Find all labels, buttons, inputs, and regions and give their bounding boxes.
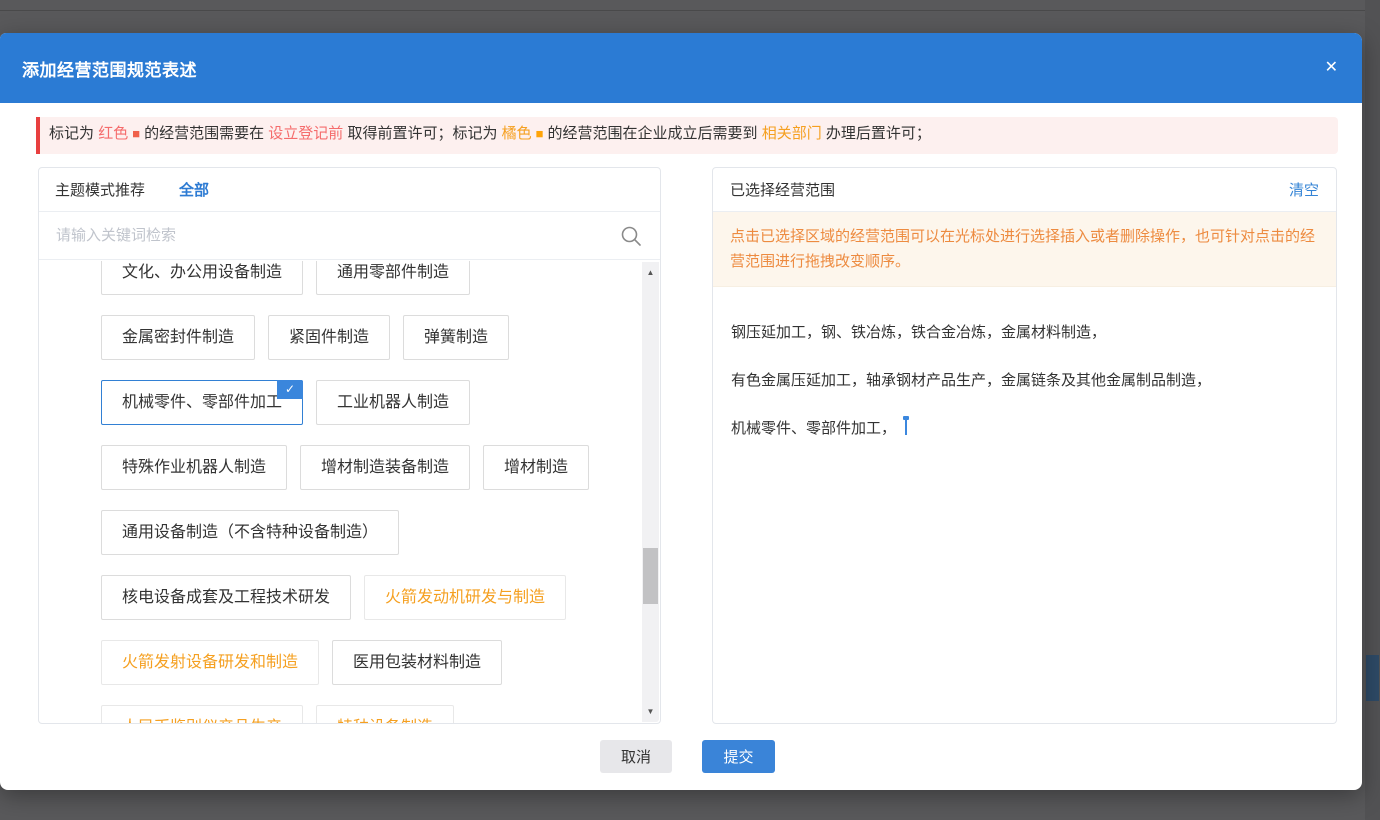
- orange-square-icon: ■: [536, 126, 544, 141]
- scope-tag[interactable]: 火箭发动机研发与制造: [364, 575, 566, 620]
- red-square-icon: ■: [132, 126, 140, 141]
- selected-scope-line[interactable]: 机械零件、零部件加工，: [731, 418, 1318, 439]
- submit-button[interactable]: 提交: [702, 740, 775, 773]
- scope-tag[interactable]: 特种设备制造: [316, 705, 454, 723]
- scope-tag[interactable]: 医用包装材料制造: [332, 640, 502, 685]
- dimmed-page-overlay: 添加经营范围规范表述 ✕ 标记为 红色 ■ 的经营范围需要在 设立登记前 取得前置许…: [0, 0, 1380, 820]
- scope-tag[interactable]: 弹簧制造: [403, 315, 509, 360]
- drag-hint-text: 点击已选择区域的经营范围可以在光标处进行选择插入或者删除操作，也可针对点击的经营…: [713, 212, 1336, 287]
- scope-tag[interactable]: 增材制造装备制造: [300, 445, 470, 490]
- related-department-term: 相关部门: [762, 125, 822, 142]
- dialog-title: 添加经营范围规范表述: [22, 56, 197, 81]
- scope-tag[interactable]: 工业机器人制造: [316, 380, 470, 425]
- scope-tag[interactable]: 紧固件制造: [268, 315, 390, 360]
- scope-tag[interactable]: 人民币鉴别仪产品生产: [101, 705, 303, 723]
- scope-tag[interactable]: 增材制造: [483, 445, 589, 490]
- alert-text: 取得前置许可；标记为: [347, 125, 497, 142]
- page-scrollbar[interactable]: [1365, 0, 1380, 820]
- close-icon[interactable]: ✕: [1325, 60, 1338, 76]
- scope-tag[interactable]: 通用设备制造（不含特种设备制造）: [101, 510, 399, 555]
- selected-scope-line[interactable]: 钢压延加工，钢、铁冶炼，铁合金冶炼，金属材料制造，: [731, 322, 1318, 343]
- check-icon: ✓: [277, 380, 303, 399]
- tab-all[interactable]: 全部: [179, 179, 209, 200]
- scope-tag[interactable]: 文化、办公用设备制造: [101, 261, 303, 295]
- selected-scope-header: 已选择经营范围 清空: [713, 168, 1336, 212]
- scope-tag-rows: 文化、办公用设备制造 通用零部件制造 金属密封件制造 紧固件制造 弹簧制造 机械…: [101, 261, 588, 723]
- scope-tag[interactable]: 特殊作业机器人制造: [101, 445, 287, 490]
- orange-color-label: 橘色: [502, 125, 532, 142]
- keyword-search-row: [39, 212, 660, 260]
- license-legend-alert: 标记为 红色 ■ 的经营范围需要在 设立登记前 取得前置许可；标记为 橘色 ■ 的经营范…: [36, 117, 1338, 154]
- clear-all-link[interactable]: 清空: [1289, 179, 1319, 200]
- selected-scope-editor[interactable]: 钢压延加工，钢、铁冶炼，铁合金冶炼，金属材料制造， 有色金属压延加工，轴承钢材产…: [713, 287, 1336, 439]
- list-scrollbar-thumb[interactable]: [643, 548, 658, 604]
- selected-scope-title: 已选择经营范围: [730, 179, 835, 200]
- selected-scope-line[interactable]: 有色金属压延加工，轴承钢材产品生产，金属链条及其他金属制品制造，: [731, 370, 1318, 391]
- keyword-search-input[interactable]: [39, 212, 660, 259]
- background-edge-line: [0, 10, 1380, 11]
- scope-tag[interactable]: 金属密封件制造: [101, 315, 255, 360]
- text-cursor: [905, 419, 907, 435]
- alert-text: 标记为: [49, 125, 94, 142]
- red-color-label: 红色: [98, 125, 128, 142]
- selected-scope-panel: 已选择经营范围 清空 点击已选择区域的经营范围可以在光标处进行选择插入或者删除操…: [712, 167, 1337, 724]
- scope-tag[interactable]: 通用零部件制造: [316, 261, 470, 295]
- cancel-button[interactable]: 取消: [600, 740, 672, 773]
- search-icon[interactable]: [620, 225, 642, 247]
- scroll-up-icon[interactable]: ▲: [642, 264, 659, 281]
- page-scrollbar-thumb[interactable]: [1366, 655, 1379, 701]
- alert-text: 办理后置许可；: [826, 125, 931, 142]
- scope-tag-list: 文化、办公用设备制造 通用零部件制造 金属密封件制造 紧固件制造 弹簧制造 机械…: [39, 261, 660, 723]
- scope-tag[interactable]: 核电设备成套及工程技术研发: [101, 575, 351, 620]
- dialog-header: 添加经营范围规范表述 ✕: [0, 33, 1362, 103]
- scope-catalog-panel: 主题模式推荐 全部 文化、办公用设备制造 通用零部件制造 金属密封件制造: [38, 167, 661, 724]
- list-scrollbar[interactable]: ▲ ▼: [642, 262, 659, 722]
- scope-tag-selected[interactable]: 机械零件、零部件加工✓: [101, 380, 303, 425]
- scroll-down-icon[interactable]: ▼: [642, 703, 659, 720]
- add-business-scope-dialog: 添加经营范围规范表述 ✕ 标记为 红色 ■ 的经营范围需要在 设立登记前 取得前置许…: [0, 33, 1362, 790]
- alert-text: 的经营范围在企业成立后需要到: [548, 125, 758, 142]
- tab-theme-recommend[interactable]: 主题模式推荐: [55, 179, 145, 200]
- alert-text: 的经营范围需要在: [144, 125, 264, 142]
- pre-registration-term: 设立登记前: [268, 125, 343, 142]
- scope-tag[interactable]: 火箭发射设备研发和制造: [101, 640, 319, 685]
- catalog-tabs: 主题模式推荐 全部: [39, 168, 660, 212]
